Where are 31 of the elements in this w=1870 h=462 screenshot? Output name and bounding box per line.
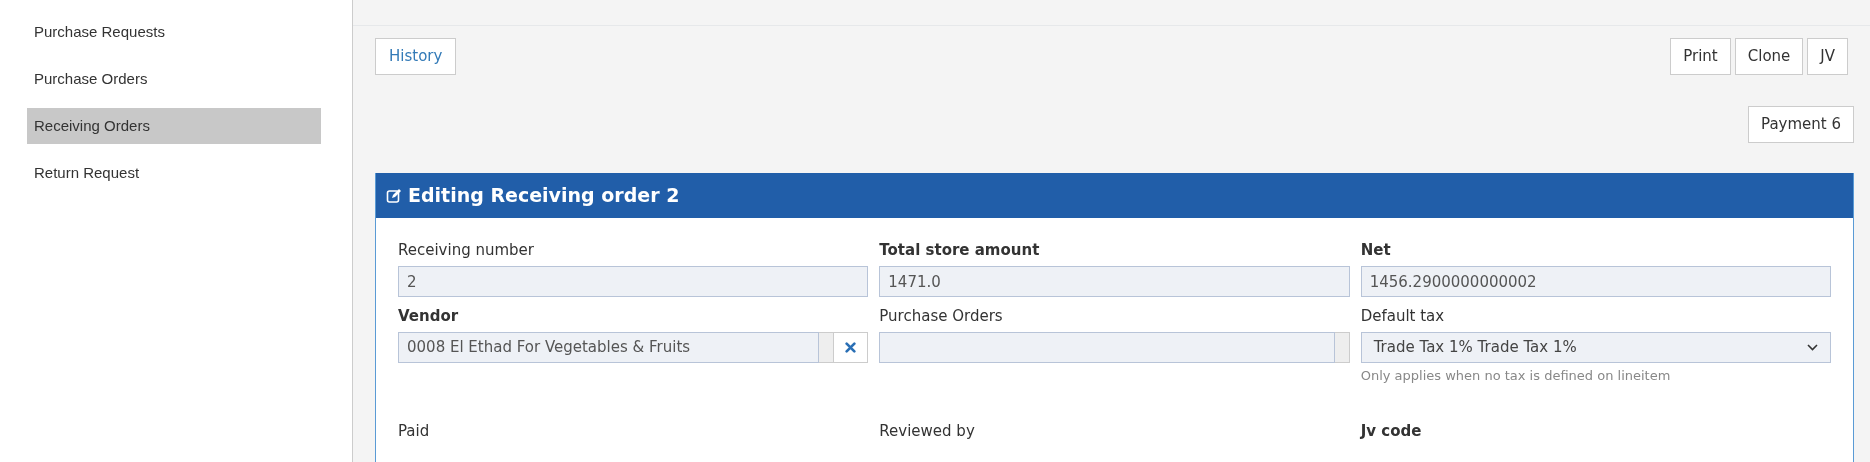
- sidebar-item[interactable]: Receiving Orders: [27, 108, 321, 144]
- sidebar-item[interactable]: Purchase Orders: [27, 61, 321, 97]
- panel-title: Editing Receiving order 2: [408, 183, 680, 209]
- lookup-field[interactable]: [879, 332, 1335, 363]
- chevron-down-icon: [1807, 344, 1818, 351]
- toolbar-button[interactable]: Payment 6: [1748, 106, 1854, 143]
- field-label: Default tax: [1360, 306, 1446, 326]
- field-label: Total store amount: [879, 240, 1041, 260]
- select-field[interactable]: Trade Tax 1% Trade Tax 1%: [1360, 332, 1831, 363]
- field-label: Net: [1360, 240, 1392, 260]
- input-field[interactable]: 1471.0: [879, 266, 1350, 297]
- input-field[interactable]: 1456.2900000000002: [1360, 266, 1831, 297]
- field-label: Receiving number: [398, 240, 535, 260]
- lookup-handle[interactable]: [819, 332, 835, 363]
- field-label: Reviewed by: [879, 420, 976, 441]
- clear-button[interactable]: [834, 332, 869, 363]
- input-field[interactable]: 2: [398, 266, 869, 297]
- toolbar-button[interactable]: Print: [1670, 38, 1731, 75]
- close-icon: [845, 342, 857, 353]
- sidebar-item[interactable]: Purchase Requests: [27, 14, 321, 50]
- toolbar-button[interactable]: JV: [1807, 38, 1848, 75]
- toolbar-button[interactable]: Clone: [1734, 38, 1804, 75]
- edit-icon: [386, 187, 402, 204]
- field-label: Purchase Orders: [879, 306, 1004, 326]
- help-text: Only applies when no tax is defined on lineitem: [1360, 367, 1672, 385]
- sidebar-item[interactable]: Return Request: [27, 155, 321, 191]
- history-button[interactable]: History: [375, 38, 457, 75]
- field-label: Jv code: [1360, 420, 1423, 441]
- field-label: Paid: [398, 420, 431, 441]
- lookup-field[interactable]: 0008 El Ethad For Vegetables & Fruits: [398, 332, 820, 363]
- field-label: Vendor: [398, 306, 460, 326]
